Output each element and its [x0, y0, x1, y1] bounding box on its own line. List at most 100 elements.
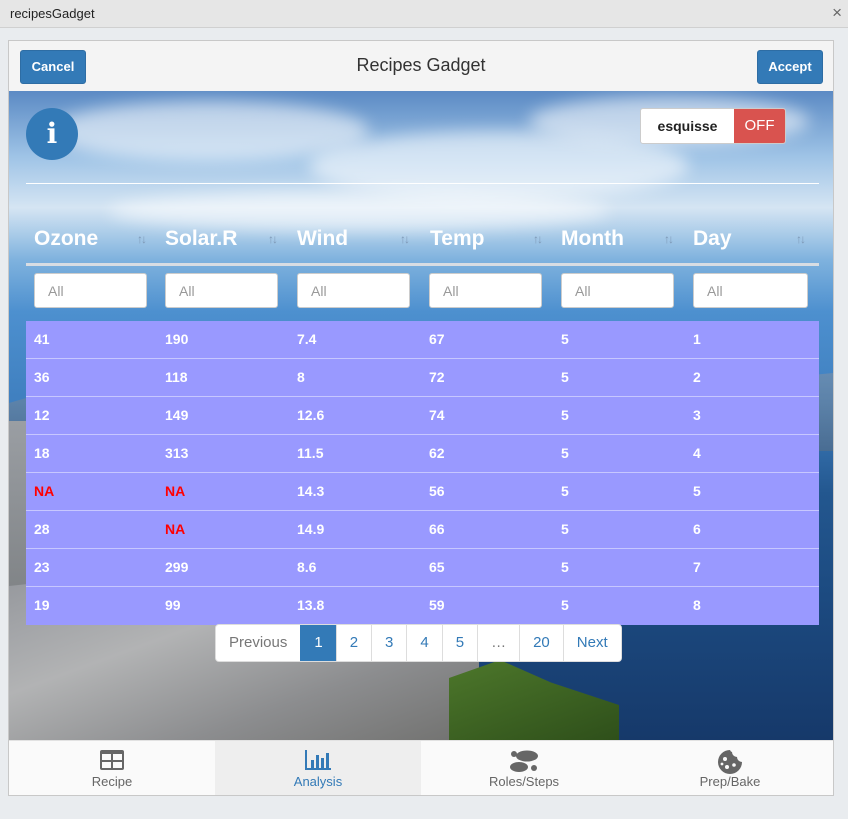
filter-input-wind[interactable]	[297, 273, 410, 308]
table-cell: 7.4	[297, 331, 317, 347]
table-cell: 65	[429, 559, 445, 575]
column-header-day[interactable]: Day ↑↓	[693, 211, 808, 263]
table-cell: 5	[561, 407, 569, 423]
table-row[interactable]: 28 NA 14.9 66 5 6	[26, 511, 819, 549]
table-cell: 5	[561, 369, 569, 385]
next-button[interactable]: Next	[562, 625, 621, 661]
sort-icon[interactable]: ↑↓	[268, 211, 278, 267]
tab-recipe[interactable]: Recipe	[9, 741, 215, 795]
table-cell: 66	[429, 521, 445, 537]
tab-label: Roles/Steps	[488, 774, 560, 789]
tab-roles-steps[interactable]: Roles/Steps	[421, 741, 627, 795]
table-cell: 5	[561, 559, 569, 575]
accept-button[interactable]: Accept	[757, 50, 823, 84]
table-cell: 5	[561, 483, 569, 499]
table-row[interactable]: 36 118 8 72 5 2	[26, 359, 819, 397]
table-row[interactable]: 18 313 11.5 62 5 4	[26, 435, 819, 473]
toggle-label: esquisse	[657, 118, 718, 134]
column-header-ozone[interactable]: Ozone ↑↓	[34, 211, 149, 263]
previous-button[interactable]: Previous	[216, 625, 301, 661]
page-button-5[interactable]: 5	[441, 625, 478, 661]
cookie-icon	[627, 749, 833, 774]
table-cell: 99	[165, 597, 181, 613]
column-header-month[interactable]: Month ↑↓	[561, 211, 676, 263]
close-icon[interactable]: ×	[832, 3, 842, 23]
analysis-panel: i esquisse OFF Ozone ↑↓ Solar.R ↑↓ Wind ↑↓ …	[9, 91, 833, 740]
table-cell: 5	[693, 483, 701, 499]
table-cell: 74	[429, 407, 445, 423]
sort-icon[interactable]: ↑↓	[796, 211, 806, 267]
page-button-1[interactable]: 1	[300, 625, 336, 661]
filter-row	[26, 271, 819, 321]
filter-input-day[interactable]	[693, 273, 808, 308]
pagination: Previous 1 2 3 4 5 … 20 Next	[215, 624, 622, 662]
gadget-dialog: Cancel Recipes Gadget Accept i esquisse …	[8, 40, 834, 796]
table-cell: 23	[34, 559, 50, 575]
table-cell: 190	[165, 331, 189, 347]
table-cell: 62	[429, 445, 445, 461]
table-cell: NA	[34, 483, 55, 499]
table-cell: 299	[165, 559, 189, 575]
table-row[interactable]: 19 99 13.8 59 5 8	[26, 587, 819, 625]
table-cell: 5	[561, 331, 569, 347]
table-cell: NA	[165, 483, 186, 499]
table-cell: 2	[693, 369, 701, 385]
table-row[interactable]: 23 299 8.6 65 5 7	[26, 549, 819, 587]
window-title: recipesGadget	[10, 6, 95, 21]
dialog-header: Cancel Recipes Gadget Accept	[9, 41, 833, 91]
filter-input-month[interactable]	[561, 273, 674, 308]
table-cell: 8	[297, 369, 305, 385]
bar-chart-icon	[215, 749, 421, 773]
table-cell: 4	[693, 445, 701, 461]
sort-icon[interactable]: ↑↓	[400, 211, 410, 267]
table-cell: 12	[34, 407, 50, 423]
tab-prep-bake[interactable]: Prep/Bake	[627, 741, 833, 795]
toggle-state[interactable]: OFF	[734, 109, 785, 143]
table-cell: 8	[693, 597, 701, 613]
table-icon	[9, 749, 215, 773]
filter-input-solar-r[interactable]	[165, 273, 278, 308]
column-header-wind[interactable]: Wind ↑↓	[297, 211, 412, 263]
sort-icon[interactable]: ↑↓	[664, 211, 674, 267]
table-cell: 6	[693, 521, 701, 537]
filter-input-ozone[interactable]	[34, 273, 147, 308]
table-cell: 59	[429, 597, 445, 613]
table-cell: 1	[693, 331, 701, 347]
table-cell: 5	[561, 521, 569, 537]
sort-icon[interactable]: ↑↓	[533, 211, 543, 267]
info-icon[interactable]: i	[26, 108, 78, 160]
filter-input-temp[interactable]	[429, 273, 542, 308]
table-cell: NA	[165, 521, 186, 537]
table-cell: 8.6	[297, 559, 317, 575]
table-row[interactable]: 12 149 12.6 74 5 3	[26, 397, 819, 435]
table-cell: 149	[165, 407, 189, 423]
sort-icon[interactable]: ↑↓	[137, 211, 147, 267]
column-header-solar-r[interactable]: Solar.R ↑↓	[165, 211, 280, 263]
table-cell: 12.6	[297, 407, 325, 423]
esquisse-toggle[interactable]: esquisse OFF	[640, 108, 786, 144]
table-cell: 5	[561, 597, 569, 613]
column-header-temp[interactable]: Temp ↑↓	[430, 211, 545, 263]
table-cell: 5	[561, 445, 569, 461]
table-row[interactable]: NA NA 14.3 56 5 5	[26, 473, 819, 511]
dialog-title: Recipes Gadget	[356, 55, 486, 75]
table-cell: 67	[429, 331, 445, 347]
page-button-3[interactable]: 3	[371, 625, 407, 661]
divider	[26, 183, 819, 184]
page-button-2[interactable]: 2	[335, 625, 372, 661]
table-cell: 13.8	[297, 597, 325, 613]
tab-label: Prep/Bake	[699, 774, 761, 789]
bottom-tab-bar: Recipe Analysis Roles/Steps Prep/Bake	[9, 740, 833, 795]
page-button-20[interactable]: 20	[519, 625, 563, 661]
page-button-4[interactable]: 4	[406, 625, 442, 661]
table-cell: 118	[165, 369, 188, 385]
table-cell: 14.3	[297, 483, 325, 499]
tab-analysis[interactable]: Analysis	[215, 741, 421, 795]
data-table: Ozone ↑↓ Solar.R ↑↓ Wind ↑↓ Temp ↑↓ Month ↑↓ …	[26, 211, 819, 625]
table-cell: 313	[165, 445, 189, 461]
table-cell: 28	[34, 521, 50, 537]
table-row[interactable]: 41 190 7.4 67 5 1	[26, 321, 819, 359]
table-cell: 72	[429, 369, 445, 385]
table-cell: 11.5	[297, 445, 324, 461]
table-header: Ozone ↑↓ Solar.R ↑↓ Wind ↑↓ Temp ↑↓ Month ↑↓ …	[26, 211, 819, 266]
